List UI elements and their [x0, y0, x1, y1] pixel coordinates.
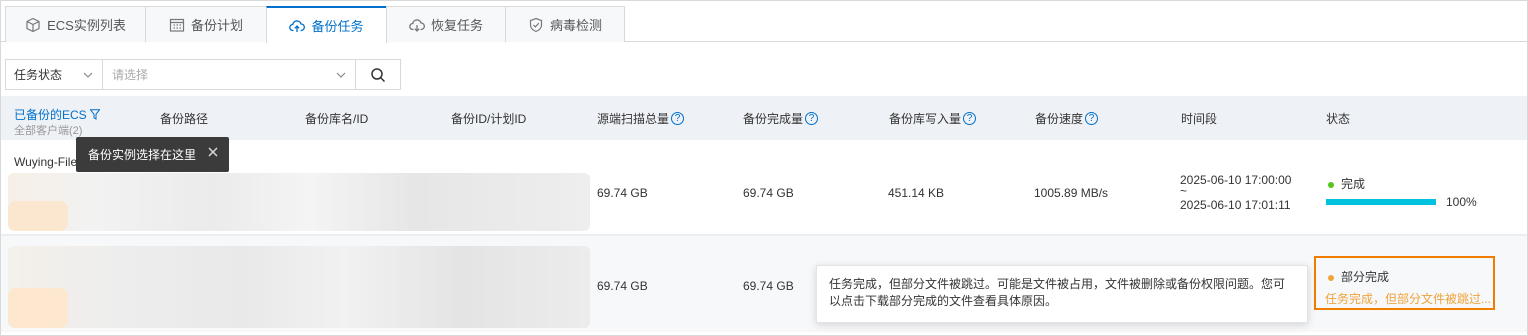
col-write-amount-label: 备份库写入量 [889, 111, 962, 126]
status-badge: 部分完成 [1328, 268, 1389, 285]
col-speed: 备份速度? [1035, 96, 1099, 140]
tab-label: ECS实例列表 [47, 18, 126, 33]
chevron-down-icon [83, 72, 93, 78]
backup-done-value: 69.74 GB [743, 186, 794, 200]
col-write-amount: 备份库写入量? [889, 96, 977, 140]
filter-placeholder: 请选择 [112, 68, 149, 82]
progress-bar [1326, 199, 1436, 205]
help-icon[interactable]: ? [1085, 111, 1099, 125]
col-scan-total: 源端扫描总量? [597, 96, 685, 140]
chevron-down-icon [336, 72, 346, 78]
redacted-content [8, 173, 590, 231]
partial-complete-tooltip: 任务完成，但部分文件被跳过。可能是文件被占用，文件被删除或备份权限问题。您可以点… [816, 265, 1308, 323]
scan-total-value: 69.74 GB [597, 186, 648, 200]
status-dot [1328, 181, 1334, 188]
col-scan-total-label: 源端扫描总量 [597, 111, 670, 126]
tab-ecs-instance-list[interactable]: ECS实例列表 [5, 6, 146, 42]
status-dot [1328, 274, 1334, 281]
tab-backup-plan[interactable]: 备份计划 [145, 6, 267, 42]
search-icon [371, 67, 386, 82]
tab-restore-task[interactable]: 恢复任务 [386, 6, 506, 42]
cloud-upload-icon [289, 19, 306, 32]
tab-label: 备份计划 [190, 18, 243, 33]
col-backup-done: 备份完成量? [743, 96, 819, 140]
col-backed-up-ecs[interactable]: 已备份的ECS [14, 106, 101, 123]
tooltip-text: 备份实例选择在这里 [88, 148, 197, 162]
partial-detail-link[interactable]: 任务完成，但部分文件被跳过... [1325, 290, 1491, 307]
cloud-download-icon [409, 18, 425, 32]
backup-done-value: 69.74 GB [743, 279, 794, 293]
help-icon[interactable]: ? [805, 111, 819, 125]
col-speed-label: 备份速度 [1035, 111, 1084, 126]
status-badge: 完成 [1328, 175, 1365, 192]
time-separator: ~ [1180, 184, 1188, 198]
time-end: 2025-06-10 17:01:11 [1180, 198, 1291, 212]
tab-label: 备份任务 [311, 19, 364, 34]
status-text: 完成 [1341, 177, 1366, 191]
filter-icon[interactable] [89, 109, 101, 120]
ecs-guide-tooltip: 备份实例选择在这里 [76, 137, 229, 172]
table-header: 备份路径 备份库名/ID 备份ID/计划ID 源端扫描总量? 备份完成量? 备份… [1, 96, 1527, 140]
shield-check-icon [529, 17, 543, 32]
tab-label: 病毒检测 [549, 18, 602, 33]
tab-backup-task[interactable]: 备份任务 [266, 6, 387, 43]
ecs-name[interactable]: Wuying-File [14, 155, 77, 169]
calendar-icon [169, 18, 185, 32]
search-button[interactable] [355, 59, 401, 90]
help-icon[interactable]: ? [671, 111, 685, 125]
progress-percent: 100% [1446, 195, 1477, 209]
speed-value: 1005.89 MB/s [1034, 186, 1109, 200]
close-icon[interactable] [207, 146, 219, 158]
tab-label: 恢复任务 [430, 18, 483, 33]
time-start: 2025-06-10 17:00:00 [1180, 173, 1292, 187]
task-status-select[interactable]: 任务状态 [5, 59, 103, 90]
col-backup-plan-id: 备份ID/计划ID [451, 111, 527, 126]
write-amount-value: 451.14 KB [888, 186, 945, 200]
col-status: 状态 [1326, 111, 1351, 126]
redacted-content [8, 246, 590, 328]
tab-bar: ECS实例列表 备份计划 备份任务 恢复任务 病毒检测 [1, 1, 1527, 43]
col-backed-up-ecs-label: 已备份的ECS [14, 108, 87, 122]
help-icon[interactable]: ? [963, 111, 977, 125]
tab-virus-scan[interactable]: 病毒检测 [505, 6, 625, 42]
col-time-range: 时间段 [1181, 111, 1218, 126]
ecs-client-count: 全部客户端(2) [14, 125, 83, 137]
col-backup-done-label: 备份完成量 [743, 111, 804, 126]
col-vault-name-id: 备份库名/ID [305, 111, 369, 126]
task-status-label: 任务状态 [14, 68, 63, 82]
scan-total-value: 69.74 GB [597, 279, 648, 293]
status-filter-input[interactable]: 请选择 [102, 59, 356, 90]
status-text: 部分完成 [1341, 270, 1390, 284]
col-backup-path: 备份路径 [160, 111, 209, 126]
cube-icon [26, 17, 40, 32]
